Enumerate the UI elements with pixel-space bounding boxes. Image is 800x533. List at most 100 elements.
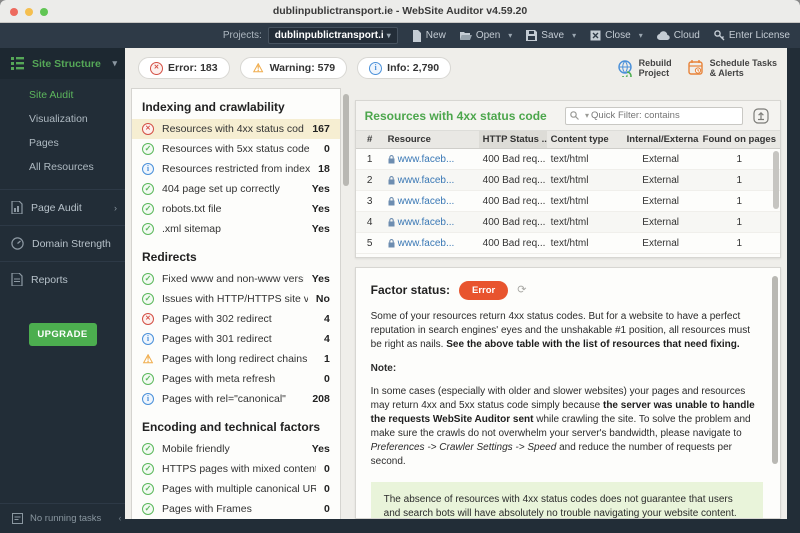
- resource-link[interactable]: www.faceb...: [398, 238, 455, 249]
- sidebar-subitem[interactable]: Site Audit: [0, 83, 125, 107]
- audit-item[interactable]: robots.txt file Yes: [132, 199, 340, 219]
- column-header-status[interactable]: HTTP Status ...▴: [478, 131, 547, 148]
- table-row[interactable]: 2 www.faceb... 400 Bad req... text/html …: [355, 170, 780, 191]
- status-icon: [142, 293, 154, 305]
- audit-item[interactable]: HTTPS pages with mixed content issues 0: [132, 459, 340, 479]
- audit-item[interactable]: Pages with long redirect chains 1: [132, 349, 340, 369]
- minimize-window-button[interactable]: [25, 8, 33, 16]
- error-icon: [150, 61, 163, 75]
- info-count-pill[interactable]: Info: 2,790: [357, 57, 452, 79]
- lock-icon: [388, 154, 395, 163]
- status-icon: [142, 353, 154, 365]
- resource-link[interactable]: www.faceb...: [398, 217, 455, 228]
- sidebar-item-reports[interactable]: Reports: [0, 264, 125, 295]
- table-row[interactable]: 4 www.faceb... 400 Bad req... text/html …: [355, 212, 780, 233]
- schedule-tasks-button[interactable]: Schedule Tasks & Alerts: [687, 58, 777, 79]
- sidebar-subitem[interactable]: All Resources: [0, 155, 125, 179]
- chevron-down-icon: ▾: [386, 31, 391, 40]
- refresh-icon[interactable]: ⟳: [517, 283, 526, 298]
- sidebar-collapse-button[interactable]: ‹: [115, 509, 125, 527]
- new-project-button[interactable]: New: [412, 29, 446, 42]
- lock-icon: [388, 238, 395, 247]
- status-icon: [142, 443, 154, 455]
- quick-filter[interactable]: ▾: [565, 106, 743, 125]
- projects-label: Projects:: [222, 30, 262, 41]
- export-button[interactable]: [751, 106, 771, 126]
- audit-item[interactable]: Pages with Frames 0: [132, 499, 340, 519]
- factor-status-card: ⋮ Factor status: Error ⟳ Some of your re…: [354, 267, 781, 519]
- audit-item[interactable]: Pages with rel="canonical" 208: [132, 389, 340, 409]
- save-project-button[interactable]: Save ▾: [526, 30, 576, 41]
- zoom-window-button[interactable]: [40, 8, 48, 16]
- rebuild-project-button[interactable]: Rebuild Project: [617, 58, 672, 79]
- table-row[interactable]: 3 www.faceb... 400 Bad req... text/html …: [355, 191, 780, 212]
- close-project-button[interactable]: Close ▾: [590, 30, 643, 41]
- page-audit-icon: [11, 201, 23, 214]
- status-icon: [142, 463, 154, 475]
- audit-item[interactable]: Issues with HTTP/HTTPS site versions No: [132, 289, 340, 309]
- warning-count-pill[interactable]: Warning: 579: [239, 57, 348, 79]
- status-icon: [142, 123, 154, 135]
- sidebar-item-domain-strength[interactable]: Domain Strength: [0, 228, 125, 259]
- open-project-button[interactable]: Open ▾: [459, 30, 512, 41]
- column-header-internal-external[interactable]: Internal/External: [623, 134, 699, 145]
- column-header-resource[interactable]: Resource: [384, 134, 479, 145]
- audit-section-redirects: Fixed www and non-www versions Yes Issue…: [132, 269, 340, 409]
- sidebar-item-site-structure[interactable]: Site Structure ▾: [0, 48, 125, 79]
- audit-item[interactable]: Pages with 302 redirect 4: [132, 309, 340, 329]
- results-table-card: Resources with 4xx status code ▾ Quick F…: [354, 100, 781, 258]
- table-scrollbar[interactable]: [773, 151, 779, 209]
- audit-item[interactable]: Pages with meta refresh 0: [132, 369, 340, 389]
- lock-icon: [388, 175, 395, 184]
- resource-link[interactable]: www.faceb...: [398, 175, 455, 186]
- section-title: Redirects: [142, 250, 197, 264]
- status-icon: [142, 163, 154, 175]
- factor-tip-box: The absence of resources with 4xx status…: [370, 482, 763, 518]
- section-title: Indexing and crawlability: [142, 100, 285, 114]
- upgrade-button[interactable]: UPGRADE: [28, 323, 97, 346]
- chevron-right-icon: ›: [114, 202, 117, 213]
- audit-item[interactable]: 404 page set up correctly Yes: [132, 179, 340, 199]
- resource-link[interactable]: www.faceb...: [398, 154, 455, 165]
- cloud-icon: [656, 31, 670, 40]
- project-select[interactable]: dublinpublictransport.ie ▾: [267, 27, 398, 44]
- error-count-pill[interactable]: Error: 183: [138, 57, 230, 79]
- main-toolbar: Projects: dublinpublictransport.ie ▾ New…: [0, 23, 800, 48]
- quick-filter-input[interactable]: [591, 110, 738, 121]
- status-summary-bar: Error: 183 Warning: 579 Info: 2,790 Rebu…: [125, 48, 787, 88]
- factor-scrollbar[interactable]: [772, 276, 778, 464]
- audit-item[interactable]: Resources with 5xx status code 0: [132, 139, 340, 159]
- audit-item[interactable]: Pages with multiple canonical URLs 0: [132, 479, 340, 499]
- enter-license-button[interactable]: Enter License: [714, 30, 790, 41]
- audit-item[interactable]: Fixed www and non-www versions Yes: [132, 269, 340, 289]
- lock-icon: [388, 217, 395, 226]
- column-header-num[interactable]: #: [356, 134, 384, 145]
- status-icon: [142, 483, 154, 495]
- audit-panel-scrollbar[interactable]: [341, 88, 352, 519]
- sidebar: Site Structure ▾ Site Audit Visualization…: [0, 48, 125, 533]
- sidebar-subitem[interactable]: Pages: [0, 131, 125, 155]
- table-rows: 1 www.faceb... 400 Bad req... text/html …: [355, 149, 780, 254]
- chevron-down-icon: ▾: [112, 58, 117, 68]
- open-folder-icon: [459, 31, 472, 40]
- audit-item[interactable]: Resources with 4xx status code 167: [132, 119, 340, 139]
- sidebar-subitem[interactable]: Visualization: [0, 107, 125, 131]
- sidebar-item-page-audit[interactable]: Page Audit ›: [0, 192, 125, 223]
- column-header-content-type[interactable]: Content type: [547, 134, 623, 145]
- cloud-button[interactable]: Cloud: [656, 30, 700, 41]
- audit-item[interactable]: Pages with 301 redirect 4: [132, 329, 340, 349]
- close-window-button[interactable]: [10, 8, 18, 16]
- status-icon: [142, 183, 154, 195]
- key-icon: [714, 30, 725, 41]
- resource-link[interactable]: www.faceb...: [398, 196, 455, 207]
- audit-item[interactable]: .xml sitemap Yes: [132, 219, 340, 239]
- table-row[interactable]: 5 www.faceb... 400 Bad req... text/html …: [355, 233, 780, 254]
- audit-item[interactable]: Resources restricted from indexing 18: [132, 159, 340, 179]
- status-icon: [142, 393, 154, 405]
- audit-section-indexing: Resources with 4xx status code 167 Resou…: [132, 119, 340, 239]
- audit-item[interactable]: Mobile friendly Yes: [132, 439, 340, 459]
- column-header-found-on-pages[interactable]: Found on pages: [699, 134, 780, 145]
- new-file-icon: [412, 29, 421, 42]
- project-select-value: dublinpublictransport.ie: [274, 30, 383, 41]
- table-row[interactable]: 1 www.faceb... 400 Bad req... text/html …: [355, 149, 780, 170]
